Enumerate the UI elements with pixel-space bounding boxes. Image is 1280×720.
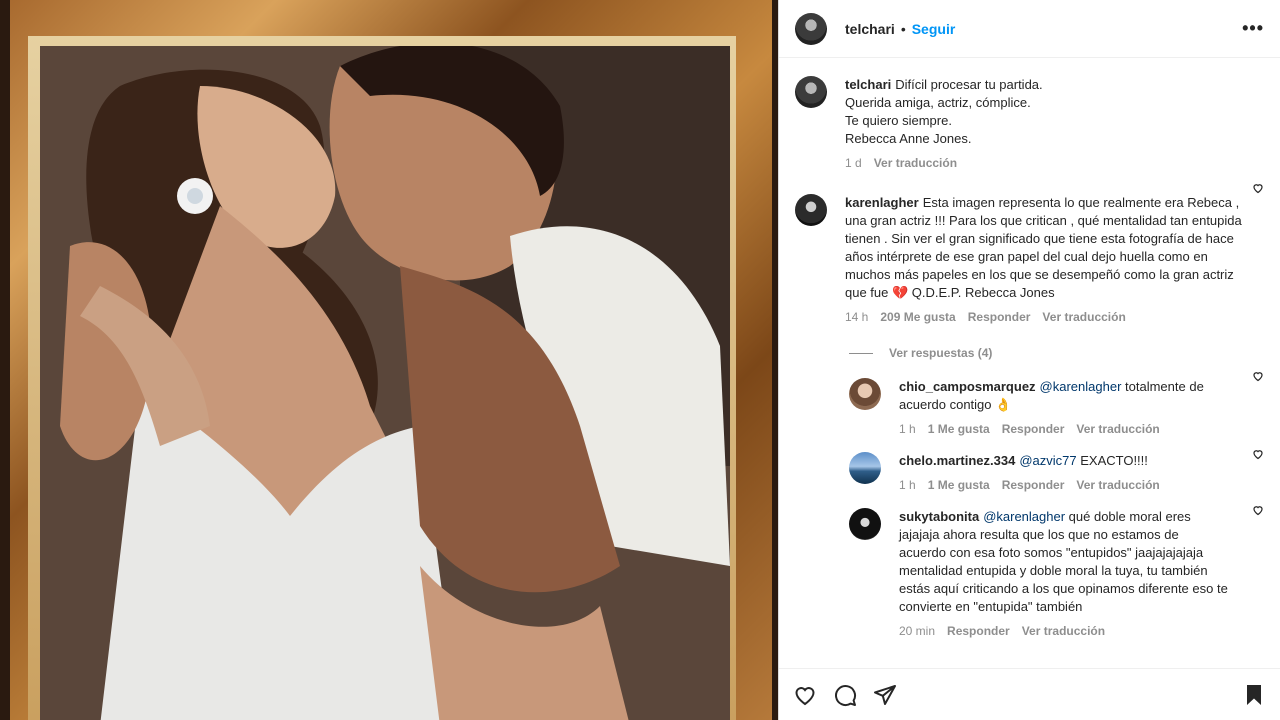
post-media[interactable] (0, 0, 778, 720)
comment-text: Esta imagen representa lo que realmente … (845, 195, 1242, 300)
like-heart-icon[interactable] (1252, 504, 1264, 516)
separator-dot: • (900, 20, 906, 37)
like-heart-icon[interactable] (1252, 448, 1264, 460)
like-heart-icon[interactable] (1252, 370, 1264, 382)
action-bar (779, 668, 1280, 720)
reply-avatar[interactable] (849, 452, 881, 484)
bookmark-icon[interactable] (1242, 683, 1266, 707)
caption-time[interactable]: 1 d (845, 154, 862, 172)
follow-button[interactable]: Seguir (912, 21, 956, 37)
caption-line: Rebecca Anne Jones. (845, 131, 972, 146)
reply-button[interactable]: Responder (1002, 420, 1065, 438)
translate-link[interactable]: Ver traducción (1042, 308, 1125, 326)
heart-icon[interactable] (793, 683, 817, 707)
author-username[interactable]: telchari (845, 21, 895, 37)
caption-username[interactable]: telchari (845, 77, 891, 92)
reply-avatar[interactable] (849, 508, 881, 540)
reply-time[interactable]: 1 h (899, 476, 916, 494)
mention-link[interactable]: @karenlagher (1040, 379, 1122, 394)
photo-illustration (40, 46, 730, 720)
reply-item: chio_camposmarquez @karenlagher totalment… (779, 360, 1280, 438)
reply-time[interactable]: 1 h (899, 420, 916, 438)
reply-likes[interactable]: 1 Me gusta (928, 476, 990, 494)
caption-line: Querida amiga, actriz, cómplice. (845, 95, 1031, 110)
more-options-icon[interactable]: ••• (1242, 18, 1264, 39)
author-avatar[interactable] (795, 12, 827, 45)
comment-item: karenlagher Esta imagen representa lo que… (779, 172, 1280, 326)
reply-username[interactable]: sukytabonita (899, 509, 979, 524)
reply-item: chelo.martinez.334 @azvic77 EXACTO!!!! 1 … (779, 438, 1280, 494)
reply-button[interactable]: Responder (947, 622, 1010, 640)
caption-avatar[interactable] (795, 76, 827, 108)
comment-icon[interactable] (833, 683, 857, 707)
post-header: telchari • Seguir ••• (779, 0, 1280, 58)
like-heart-icon[interactable] (1252, 182, 1264, 194)
reply-text: qué doble moral eres jajajaja ahora resu… (899, 509, 1228, 614)
reply-username[interactable]: chio_camposmarquez (899, 379, 1036, 394)
comment-likes[interactable]: 209 Me gusta (880, 308, 955, 326)
reply-button[interactable]: Responder (968, 308, 1031, 326)
post-photo (40, 46, 730, 720)
reply-likes[interactable]: 1 Me gusta (928, 420, 990, 438)
translate-link[interactable]: Ver traducción (1076, 476, 1159, 494)
mention-link[interactable]: @azvic77 (1019, 453, 1076, 468)
share-icon[interactable] (873, 683, 897, 707)
reply-avatar[interactable] (849, 378, 881, 410)
view-replies-button[interactable]: Ver respuestas (4) (849, 346, 1280, 360)
mention-link[interactable]: @karenlagher (983, 509, 1065, 524)
translate-link[interactable]: Ver traducción (874, 154, 957, 172)
comment-username[interactable]: karenlagher (845, 195, 919, 210)
reply-time[interactable]: 20 min (899, 622, 935, 640)
reply-item: sukytabonita @karenlagher qué doble moral… (779, 494, 1280, 640)
reply-text: EXACTO!!!! (1076, 453, 1148, 468)
view-replies-label[interactable]: Ver respuestas (4) (889, 346, 992, 360)
caption: telchari Difícil procesar tu partida. Que… (779, 59, 1280, 172)
reply-username[interactable]: chelo.martinez.334 (899, 453, 1015, 468)
replies-line (849, 352, 873, 354)
post-view: telchari • Seguir ••• telchari Difícil pr… (0, 0, 1280, 720)
translate-link[interactable]: Ver traducción (1076, 420, 1159, 438)
comment-time[interactable]: 14 h (845, 308, 868, 326)
caption-line: Te quiero siempre. (845, 113, 952, 128)
commenter-avatar[interactable] (795, 194, 827, 226)
caption-line: Difícil procesar tu partida. (895, 77, 1043, 92)
reply-button[interactable]: Responder (1002, 476, 1065, 494)
comments-scroll[interactable]: telchari Difícil procesar tu partida. Que… (779, 59, 1280, 667)
post-sidebar: telchari • Seguir ••• telchari Difícil pr… (778, 0, 1280, 720)
translate-link[interactable]: Ver traducción (1022, 622, 1105, 640)
